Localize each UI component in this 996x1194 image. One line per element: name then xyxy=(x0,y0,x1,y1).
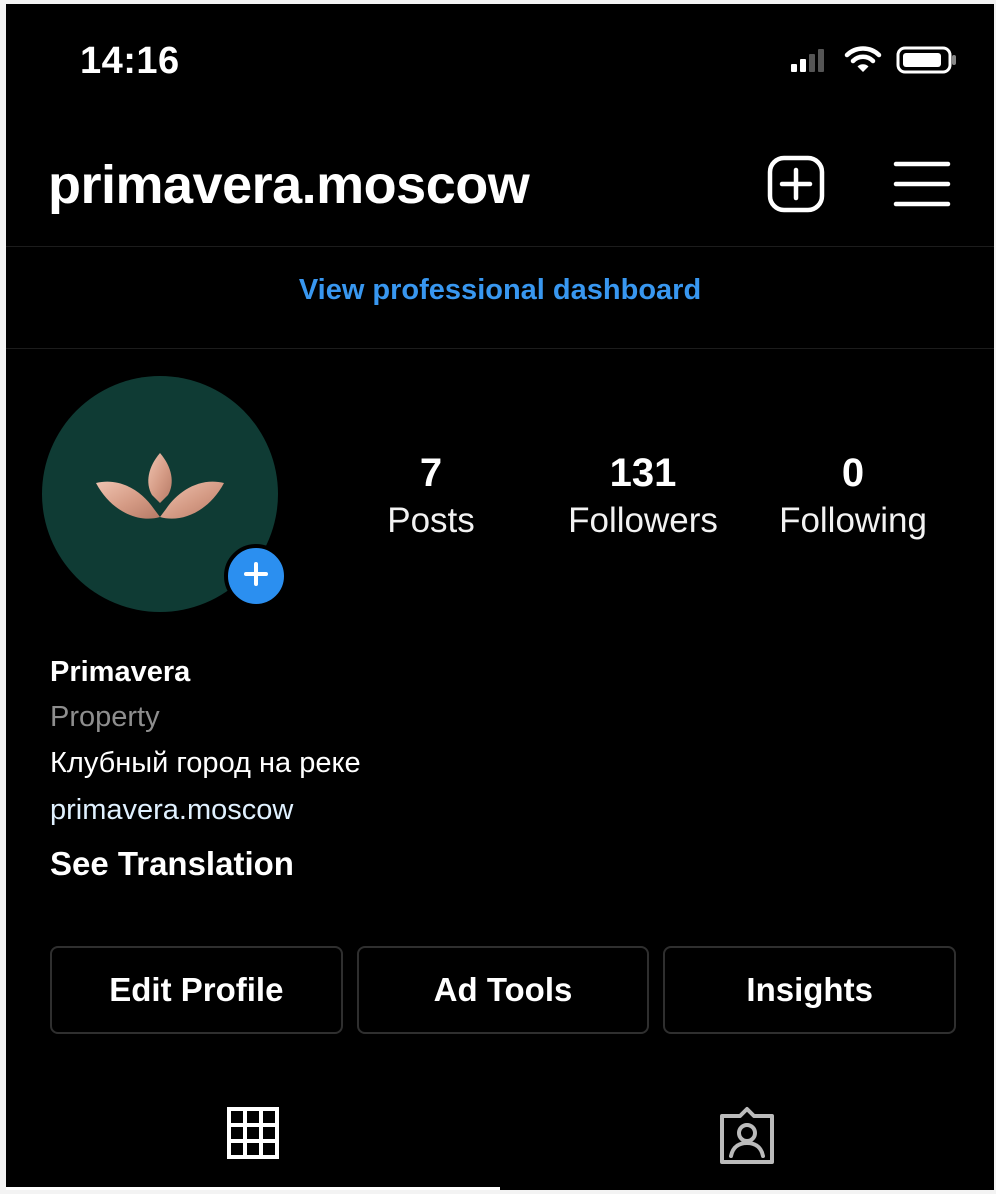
profile-website-link[interactable]: primavera.moscow xyxy=(50,786,950,834)
profile-bio-text: Клубный город на реке xyxy=(50,747,361,779)
profile-actions: Edit Profile Ad Tools Insights xyxy=(50,946,957,1034)
profile-bio: Primavera Property Клубный город на реке… xyxy=(50,650,950,894)
hamburger-menu-icon xyxy=(893,159,951,214)
status-bar: 14:16 xyxy=(6,4,994,114)
header-divider xyxy=(6,246,994,247)
following-count: 0 xyxy=(841,451,865,495)
status-time: 14:16 xyxy=(80,40,180,82)
edit-profile-button[interactable]: Edit Profile xyxy=(50,946,343,1034)
tagged-person-icon xyxy=(718,1106,776,1190)
dashboard-divider xyxy=(6,348,994,349)
wifi-icon xyxy=(844,46,882,79)
tab-tagged[interactable] xyxy=(500,1106,994,1190)
followers-label: Followers xyxy=(568,501,718,540)
selected-tab-indicator xyxy=(6,1187,500,1190)
plus-icon xyxy=(243,561,269,592)
see-translation-button[interactable]: See Translation xyxy=(50,834,950,894)
profile-category: Property xyxy=(50,701,160,733)
menu-button[interactable] xyxy=(890,154,954,218)
view-professional-dashboard-link[interactable]: View professional dashboard xyxy=(6,274,994,307)
ad-tools-button[interactable]: Ad Tools xyxy=(356,946,650,1034)
following-label: Following xyxy=(779,501,927,540)
posts-stat[interactable]: 7 Posts xyxy=(371,450,491,546)
lotus-logo xyxy=(90,447,230,542)
plus-square-icon xyxy=(766,154,826,219)
profile-display-name: Primavera xyxy=(50,656,191,688)
insights-button[interactable]: Insights xyxy=(663,946,957,1034)
profile-username: primavera.moscow xyxy=(48,155,530,215)
followers-count: 131 xyxy=(609,451,677,495)
status-icons xyxy=(790,46,958,79)
followers-stat[interactable]: 131 Followers xyxy=(558,450,728,546)
add-story-button[interactable] xyxy=(224,544,288,608)
battery-icon xyxy=(896,46,958,79)
profile-header: primavera.moscow xyxy=(6,134,994,244)
following-stat[interactable]: 0 Following xyxy=(768,450,938,546)
cellular-signal-icon xyxy=(790,47,830,78)
tab-posts-grid[interactable] xyxy=(6,1106,500,1190)
create-post-button[interactable] xyxy=(764,154,828,218)
profile-tabs xyxy=(6,1106,994,1190)
grid-icon xyxy=(226,1106,280,1190)
posts-count: 7 xyxy=(419,451,443,495)
posts-label: Posts xyxy=(387,501,475,540)
instagram-profile-screen: 14:16 primavera.moscow View professional… xyxy=(6,4,994,1190)
